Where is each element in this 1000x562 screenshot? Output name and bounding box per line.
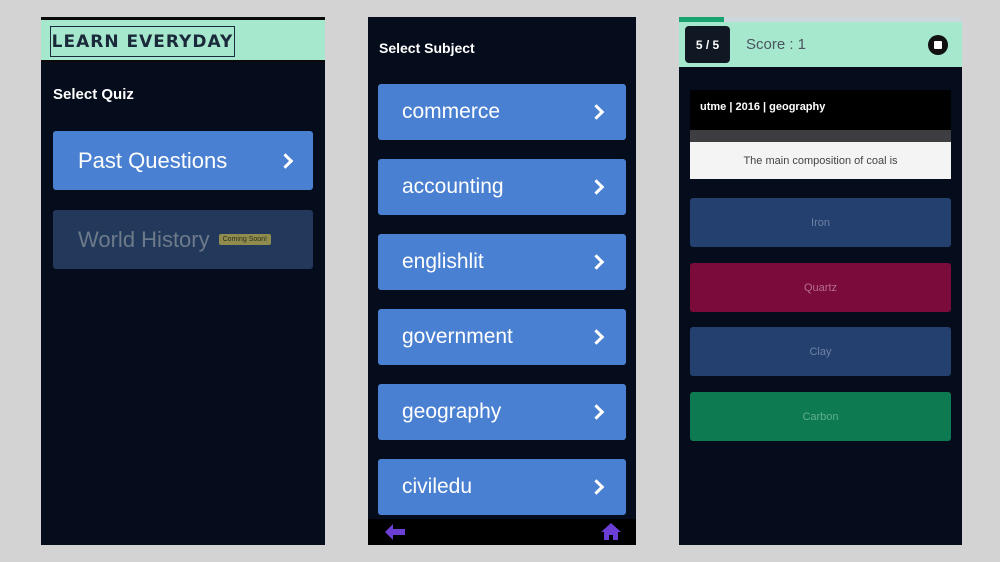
home-icon[interactable] xyxy=(600,522,622,541)
answer-option-carbon[interactable]: Carbon xyxy=(690,392,951,441)
subject-label: civiledu xyxy=(402,475,473,498)
score-label: Score : 1 xyxy=(746,36,807,53)
subject-item-accounting[interactable]: accounting xyxy=(378,159,626,215)
subject-label: geography xyxy=(402,400,502,423)
app-header: LEARN EVERYDAY xyxy=(41,17,325,62)
option-label: Clay xyxy=(809,345,832,358)
answer-option-quartz[interactable]: Quartz xyxy=(690,263,951,312)
logo-text: LEARN EVERYDAY xyxy=(51,31,234,52)
coming-soon-badge: Coming Soon! xyxy=(218,234,271,245)
chevron-right-icon xyxy=(588,104,605,120)
past-questions-button[interactable]: Past Questions xyxy=(53,131,313,190)
chevron-right-icon xyxy=(588,329,605,345)
question-screen: 5 / 5 Score : 1 utme | 2016 | geography … xyxy=(679,17,962,545)
page-title: Select Subject xyxy=(379,40,475,56)
subject-label: accounting xyxy=(402,175,504,198)
question-meta: utme | 2016 | geography xyxy=(690,90,951,130)
chevron-right-icon xyxy=(277,152,294,169)
stop-icon[interactable] xyxy=(928,35,948,55)
world-history-button[interactable]: World History Coming Soon! xyxy=(53,210,313,269)
subject-item-government[interactable]: government xyxy=(378,309,626,365)
chevron-right-icon xyxy=(588,254,605,270)
quiz-label: World History xyxy=(78,226,210,252)
subject-item-geography[interactable]: geography xyxy=(378,384,626,440)
page-title: Select Quiz xyxy=(53,86,134,103)
subject-item-civiledu[interactable]: civiledu xyxy=(378,459,626,515)
subject-item-englishlit[interactable]: englishlit xyxy=(378,234,626,290)
arrow-left-icon[interactable] xyxy=(384,523,406,541)
option-label: Quartz xyxy=(803,281,837,294)
question-counter: 5 / 5 xyxy=(685,26,730,63)
app-logo: LEARN EVERYDAY xyxy=(50,26,235,57)
option-label: Carbon xyxy=(802,410,839,423)
quiz-label: Past Questions xyxy=(78,147,228,173)
chevron-right-icon xyxy=(588,404,605,420)
question-divider xyxy=(690,130,951,142)
subject-label: englishlit xyxy=(402,250,484,273)
question-text: The main composition of coal is xyxy=(690,142,951,179)
answer-option-clay[interactable]: Clay xyxy=(690,327,951,376)
answer-option-iron[interactable]: Iron xyxy=(690,198,951,247)
subject-item-commerce[interactable]: commerce xyxy=(378,84,626,140)
chevron-right-icon xyxy=(588,479,605,495)
bottom-nav-bar xyxy=(368,519,636,545)
subject-label: government xyxy=(402,325,513,348)
quiz-header: 5 / 5 Score : 1 xyxy=(679,22,962,67)
chevron-right-icon xyxy=(588,179,605,195)
subject-select-screen: Select Subject commerce accounting engli… xyxy=(368,17,636,545)
quiz-select-screen: LEARN EVERYDAY Select Quiz Past Question… xyxy=(41,17,325,545)
subject-label: commerce xyxy=(402,100,501,123)
option-label: Iron xyxy=(811,216,830,229)
